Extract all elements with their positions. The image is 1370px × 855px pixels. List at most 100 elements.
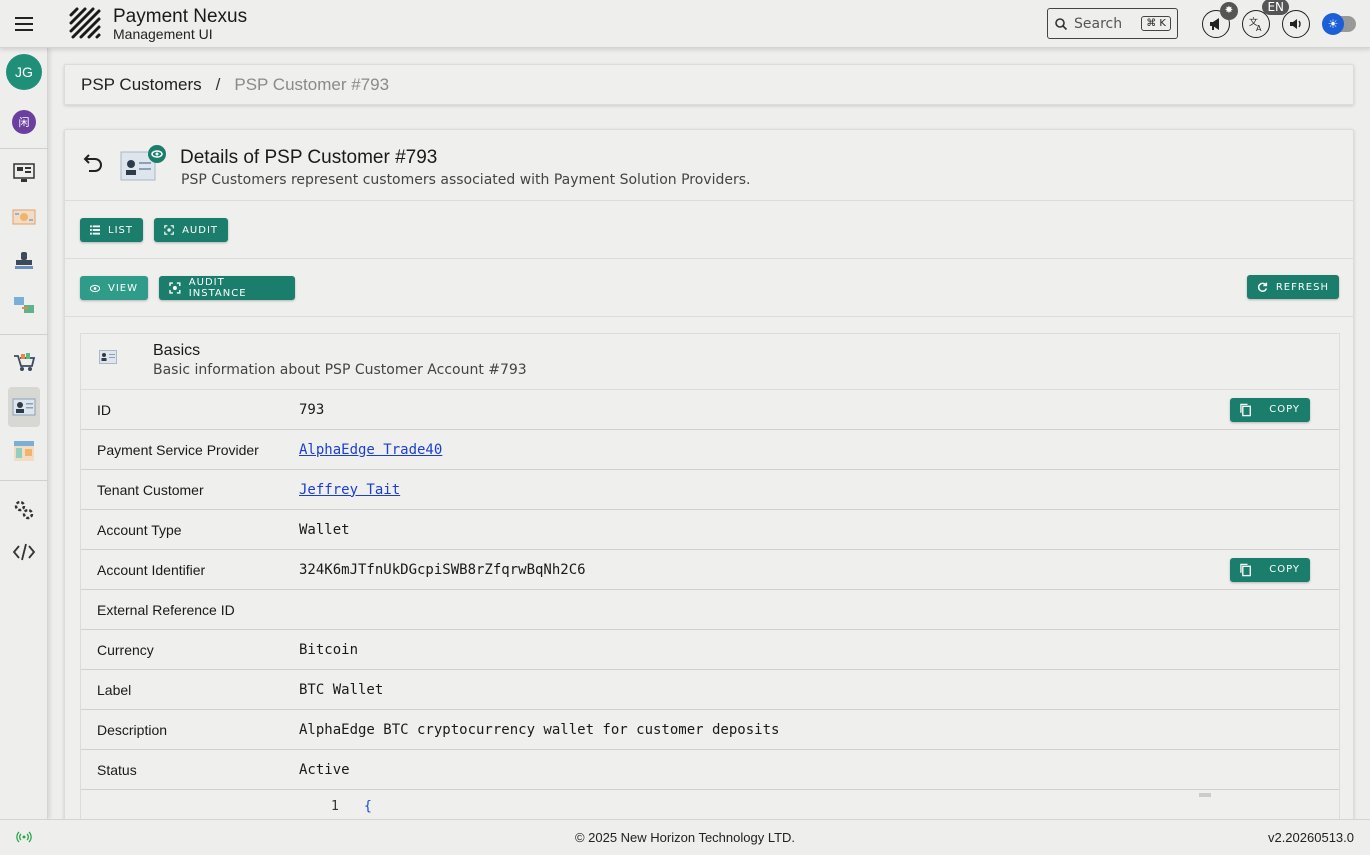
view-button[interactable]: VIEW: [80, 276, 148, 300]
copyright-text: © 2025 New Horizon Technology LTD.: [574, 830, 796, 845]
search-button[interactable]: Search ⌘ K: [1047, 8, 1178, 39]
settings-icon: [14, 500, 34, 520]
field-row-psp: Payment Service Provider AlphaEdge Trade…: [81, 430, 1339, 470]
basics-header: Basics Basic information about PSP Custo…: [81, 334, 1339, 390]
refresh-icon: [1257, 282, 1268, 292]
volume-icon: [1290, 18, 1301, 29]
version-text: v2.20260513.0: [1267, 830, 1354, 845]
menu-icon[interactable]: [0, 0, 48, 48]
field-label: Currency: [97, 641, 154, 658]
translate-icon: 文A: [1249, 16, 1262, 32]
field-row-description: Description AlphaEdge BTC cryptocurrency…: [81, 710, 1339, 750]
notification-badge-icon: ✸: [1220, 1, 1238, 20]
field-label: ID: [97, 401, 111, 418]
card-header: Details of PSP Customer #793 PSP Custome…: [65, 130, 1353, 201]
sidebar-item-stamp[interactable]: [8, 245, 40, 277]
dashboard-icon: [13, 163, 35, 182]
field-label: Description: [97, 721, 168, 738]
customer-card-icon: [12, 398, 36, 416]
field-row-currency: Currency Bitcoin: [81, 630, 1339, 670]
customer-card-icon: [99, 350, 117, 364]
details-card: Details of PSP Customer #793 PSP Custome…: [64, 129, 1354, 830]
cart-icon: [14, 353, 36, 371]
top-bar: Payment Nexus Management UI Search ⌘ K ✸…: [0, 0, 1370, 48]
audit-icon: [164, 225, 174, 235]
field-label: Tenant Customer: [97, 481, 204, 498]
basics-section: Basics Basic information about PSP Custo…: [80, 333, 1340, 830]
audit-instance-button[interactable]: AUDIT INSTANCE: [159, 276, 295, 300]
language-button[interactable]: 文A EN: [1242, 0, 1289, 38]
customer-card-icon: [120, 145, 166, 181]
code-line-text: {: [364, 799, 372, 814]
sidebar-divider: [0, 480, 48, 481]
tenant-avatar[interactable]: 闲: [12, 110, 36, 134]
sidebar: JG 闲: [0, 48, 48, 819]
field-row-tenant-customer: Tenant Customer Jeffrey Tait: [81, 470, 1339, 510]
transfer-icon: [14, 297, 34, 313]
list-label: LIST: [108, 224, 133, 236]
sidebar-item-orders[interactable]: [8, 346, 40, 378]
language-badge: EN: [1262, 0, 1289, 15]
stamp-icon: [15, 252, 33, 269]
megaphone-icon: [1210, 17, 1219, 30]
back-arrow-icon[interactable]: [83, 152, 105, 174]
breadcrumb-psp-customers[interactable]: PSP Customers: [81, 75, 202, 95]
copy-id-button[interactable]: COPY: [1230, 397, 1310, 422]
refresh-button[interactable]: REFRESH: [1247, 275, 1339, 299]
field-label: Payment Service Provider: [97, 441, 259, 458]
brand: Payment Nexus Management UI: [113, 7, 247, 41]
psp-link[interactable]: AlphaEdge Trade40: [299, 442, 442, 458]
sound-button[interactable]: [1282, 9, 1310, 38]
theme-toggle[interactable]: ☀: [1322, 12, 1356, 35]
sidebar-item-exchange[interactable]: [8, 201, 40, 233]
code-line-number: 1: [331, 799, 339, 814]
list-button[interactable]: LIST: [80, 218, 143, 242]
field-label: External Reference ID: [97, 601, 235, 618]
view-label: VIEW: [108, 282, 138, 294]
search-placeholder: Search: [1074, 15, 1123, 32]
code-icon: [12, 543, 36, 561]
page-title: Details of PSP Customer #793: [180, 147, 438, 168]
breadcrumb-separator: /: [215, 74, 221, 94]
field-label: Account Type: [97, 521, 182, 538]
ledger-icon: [14, 441, 34, 461]
refresh-label: REFRESH: [1275, 281, 1329, 293]
tenant-customer-link[interactable]: Jeffrey Tait: [299, 482, 400, 498]
breadcrumb: PSP Customers / PSP Customer #793: [64, 64, 1354, 105]
user-avatar[interactable]: JG: [6, 54, 42, 90]
instance-actions: VIEW AUDIT INSTANCE REFRESH: [65, 259, 1353, 317]
field-value: BTC Wallet: [299, 681, 384, 698]
sidebar-item-developer[interactable]: [8, 536, 40, 568]
sidebar-item-settings[interactable]: [8, 494, 40, 526]
sidebar-item-transfers[interactable]: [8, 289, 40, 321]
audit-instance-label: AUDIT INSTANCE: [188, 277, 247, 299]
field-label: Label: [97, 681, 132, 698]
list-icon: [90, 225, 101, 235]
announcements-button[interactable]: ✸: [1202, 1, 1238, 38]
search-icon: [1055, 17, 1068, 30]
field-row-external-reference: External Reference ID: [81, 590, 1339, 630]
field-value: Active: [299, 761, 350, 778]
eye-icon: [90, 284, 100, 292]
sidebar-item-dashboard[interactable]: [8, 157, 40, 189]
field-row-account-identifier: Account Identifier 324K6mJTfnUkDGcpiSWB8…: [81, 550, 1339, 590]
field-label: Account Identifier: [97, 561, 206, 578]
code-scrollbar[interactable]: [1199, 793, 1211, 797]
copy-account-identifier-button[interactable]: COPY: [1230, 557, 1310, 582]
audit-label: AUDIT: [182, 224, 218, 236]
audit-icon: [169, 282, 181, 294]
field-label: Status: [97, 761, 137, 778]
sidebar-divider: [0, 334, 48, 335]
field-value: Wallet: [299, 521, 350, 538]
sidebar-item-ledger[interactable]: [8, 435, 40, 467]
svg-text:A: A: [1256, 24, 1262, 32]
field-row-id: ID 793 COPY: [81, 390, 1339, 430]
field-row-label: Label BTC Wallet: [81, 670, 1339, 710]
field-value: 324K6mJTfnUkDGcpiSWB8rZfqrwBqNh2C6: [299, 561, 586, 578]
search-shortcut: ⌘ K: [1141, 16, 1171, 31]
audit-button[interactable]: AUDIT: [154, 218, 228, 242]
basics-title: Basics: [153, 342, 201, 359]
collection-actions: LIST AUDIT: [65, 201, 1353, 259]
sidebar-item-psp-customers[interactable]: [8, 387, 40, 427]
app-title: Payment Nexus: [113, 5, 248, 27]
